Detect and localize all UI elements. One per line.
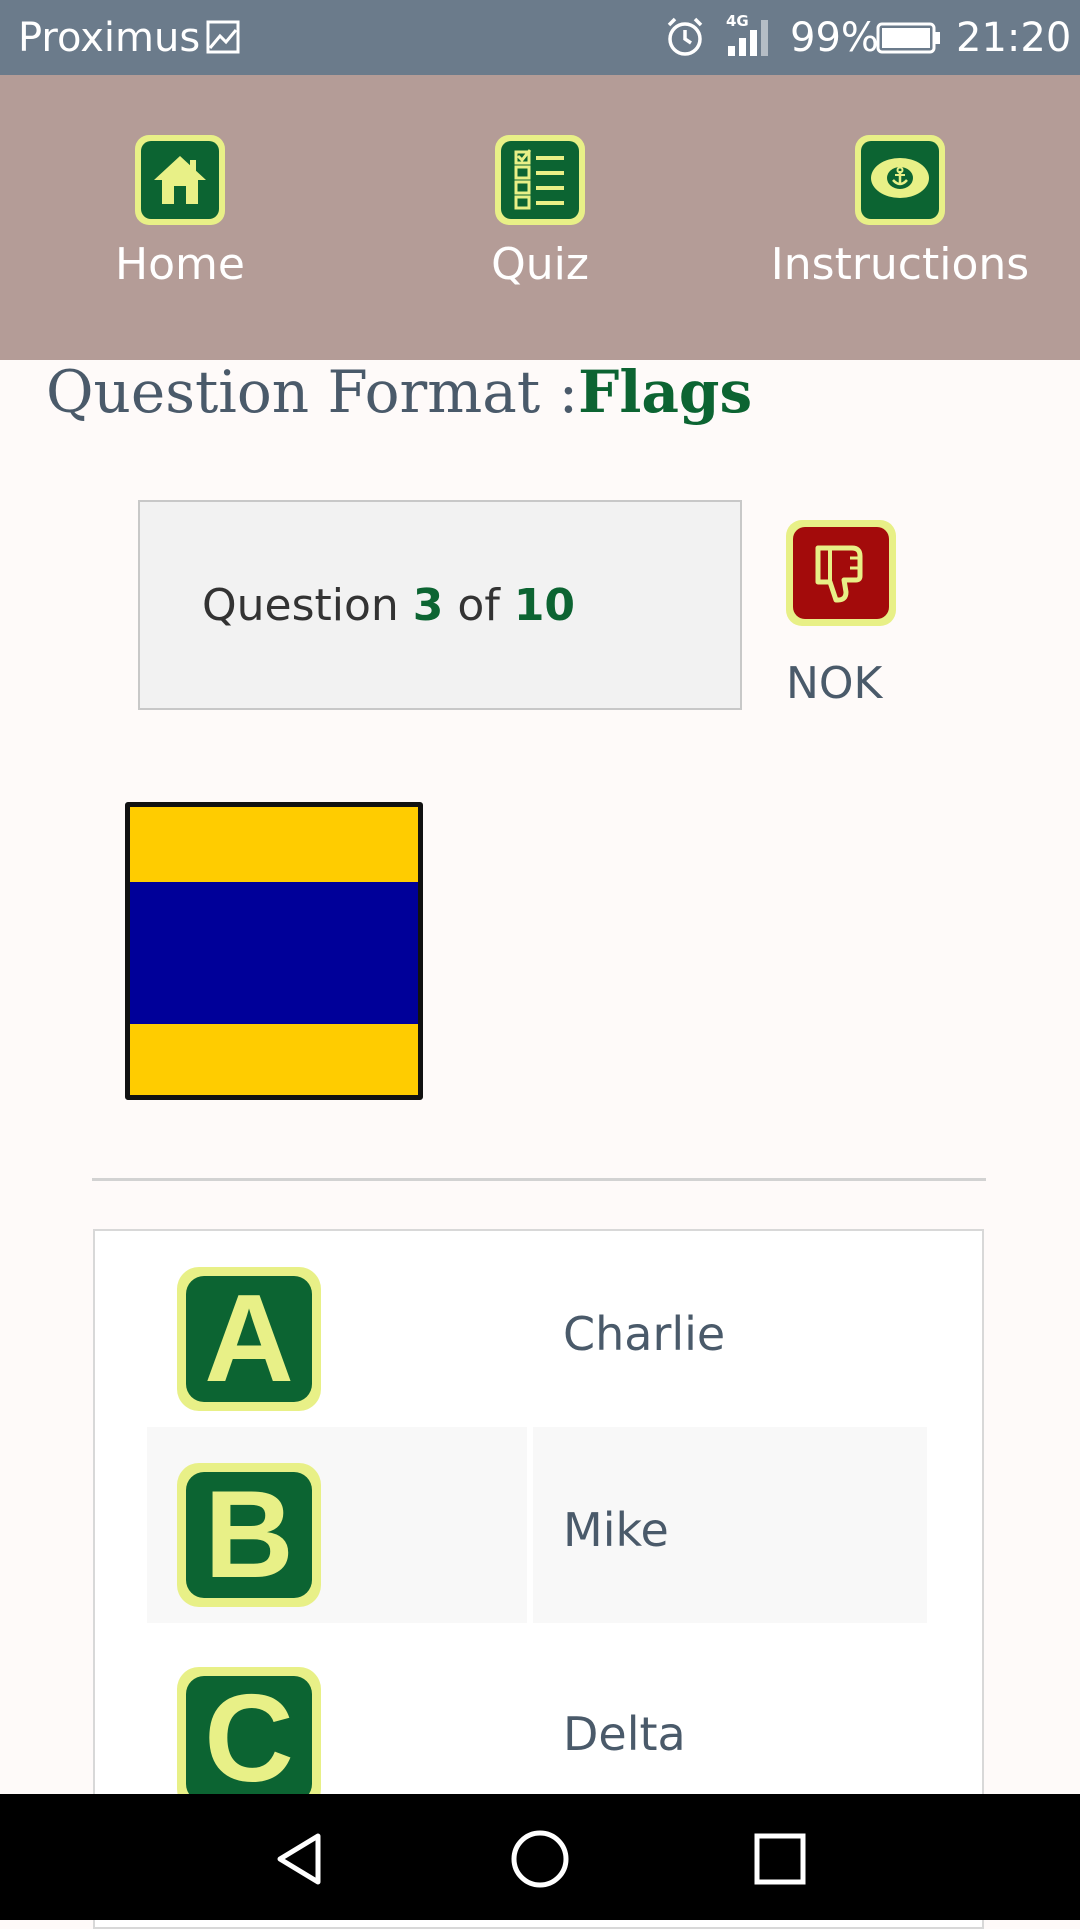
result-tile — [786, 520, 896, 626]
nav-instructions-label: Instructions — [770, 239, 1030, 290]
answer-text: Delta — [563, 1707, 686, 1761]
battery-icon — [876, 22, 942, 54]
answer-letter-cell: B — [147, 1427, 527, 1623]
nav-home[interactable]: Home — [0, 75, 360, 360]
flag-band-middle — [130, 882, 418, 1024]
back-button[interactable] — [266, 1824, 336, 1894]
nav-quiz-label: Quiz — [491, 239, 589, 290]
home-circle-icon — [511, 1830, 569, 1888]
clock: 21:20 — [956, 15, 1072, 61]
home-icon — [154, 156, 206, 204]
answer-text: Charlie — [563, 1307, 726, 1361]
question-counter-box: Question 3 of 10 — [138, 500, 742, 710]
letter-a-button[interactable]: A — [177, 1267, 321, 1411]
battery-percent: 99% — [790, 15, 879, 61]
home-system-button[interactable] — [505, 1824, 575, 1894]
answer-text-cell: Mike — [533, 1427, 927, 1623]
question-current: 3 — [412, 580, 444, 631]
flag-band-bottom — [130, 1024, 418, 1095]
question-separator: of — [443, 580, 514, 631]
signal-icon: 4G — [722, 12, 774, 58]
captain-hat-icon — [871, 158, 929, 198]
nav-quiz[interactable]: Quiz — [360, 75, 720, 360]
question-format-value: Flags — [578, 358, 753, 426]
letter-b-button[interactable]: B — [177, 1463, 321, 1607]
answer-letter: C — [186, 1676, 312, 1802]
alarm-icon — [664, 16, 706, 58]
recents-square-icon — [754, 1833, 806, 1885]
question-counter: Question 3 of 10 — [202, 578, 575, 634]
status-bar: Proximus 4G 99% 21:20 — [0, 0, 1080, 75]
page-title: Question Format :Flags — [46, 355, 752, 429]
answer-letter: B — [186, 1472, 312, 1598]
recents-button[interactable] — [745, 1824, 815, 1894]
top-nav: Home Quiz Instructions — [0, 75, 1080, 360]
home-tile — [135, 135, 225, 225]
instructions-tile — [855, 135, 945, 225]
answer-text: Mike — [563, 1503, 669, 1557]
letter-c-button[interactable]: C — [177, 1667, 321, 1811]
result-label: NOK — [786, 658, 883, 709]
answer-letter: A — [186, 1276, 312, 1402]
quiz-tile — [495, 135, 585, 225]
answer-text-cell: Charlie — [533, 1231, 927, 1427]
back-triangle-icon — [277, 1833, 321, 1885]
image-notification-icon — [206, 20, 240, 54]
question-label: Question — [202, 580, 413, 631]
signal-flag-image — [125, 802, 423, 1100]
nav-instructions[interactable]: Instructions — [720, 75, 1080, 360]
carrier-name: Proximus — [18, 15, 201, 61]
network-type: 4G — [726, 12, 749, 30]
nav-home-label: Home — [115, 239, 245, 290]
answer-option-b[interactable]: B Mike — [147, 1427, 927, 1623]
answer-option-a[interactable]: A Charlie — [147, 1231, 927, 1427]
system-nav-bar — [0, 1794, 1080, 1920]
checklist-icon — [514, 149, 564, 210]
page-title-prefix: Question Format : — [46, 358, 579, 426]
thumbs-down-icon — [815, 545, 863, 603]
question-total: 10 — [513, 580, 576, 631]
divider — [92, 1178, 986, 1181]
flag-band-top — [130, 807, 418, 882]
answer-letter-cell: A — [147, 1231, 527, 1427]
